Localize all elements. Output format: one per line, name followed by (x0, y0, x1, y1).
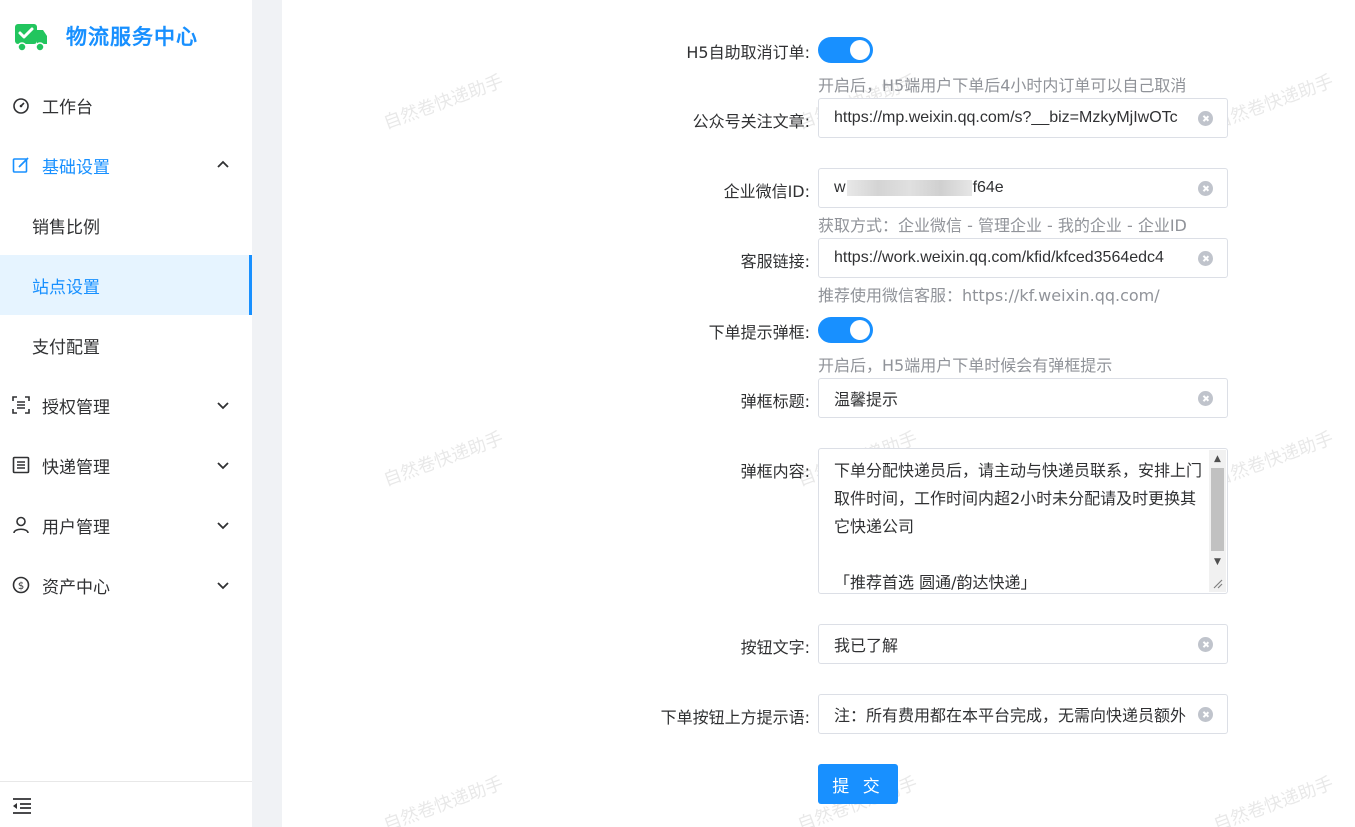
sidebar-subitem-site-settings[interactable]: 站点设置 (0, 255, 252, 315)
corp-wechat-id-input[interactable]: w f64e (818, 168, 1228, 208)
sidebar-menu: 工作台 基础设置 销售比例 站点设置 支付配置 授权管理 快递管理 用户管理 $… (0, 75, 252, 615)
svg-text:$: $ (18, 581, 24, 592)
watermark: 自然卷快递助手 (380, 772, 507, 827)
textarea-scrollbar[interactable]: ▲ ▼ (1209, 450, 1226, 592)
truck-check-icon (15, 24, 47, 52)
sidebar-item-auth-management[interactable]: 授权管理 (0, 375, 252, 435)
sidebar-item-express-management[interactable]: 快递管理 (0, 435, 252, 495)
edit-icon (12, 157, 29, 173)
popup-content-value: 下单分配快递员后，请主动与快递员联系，安排上门取件时间，工作时间内超2小时未分配… (834, 461, 1203, 592)
scroll-thumb[interactable] (1211, 468, 1224, 551)
sidebar-subitem-label: 销售比例 (32, 217, 100, 238)
sidebar-subitem-sales-ratio[interactable]: 销售比例 (0, 195, 252, 255)
clear-icon[interactable] (1198, 707, 1213, 722)
order-tip-input[interactable]: 注：所有费用都在本平台完成，无需向快递员额外 (818, 694, 1228, 734)
chevron-up-icon (217, 160, 229, 168)
toggle-knob (850, 320, 870, 340)
scroll-up-arrow-icon[interactable]: ▲ (1209, 450, 1226, 467)
redacted-blur (846, 179, 972, 196)
sidebar-item-label: 用户管理 (42, 517, 110, 538)
popup-title-input[interactable]: 温馨提示 (818, 378, 1228, 418)
clear-icon[interactable] (1198, 251, 1213, 266)
popup-title-label: 弹框标题: (740, 392, 810, 411)
order-popup-toggle[interactable] (818, 317, 873, 343)
scan-icon (12, 396, 30, 414)
sidebar-item-label: 授权管理 (42, 397, 110, 418)
app-title: 物流服务中心 (66, 25, 198, 49)
mp-article-value: https://mp.weixin.qq.com/s?__biz=MzkyMjI… (834, 109, 1178, 126)
service-link-value: https://work.weixin.qq.com/kfid/kfced356… (834, 249, 1164, 266)
corp-wechat-id-label: 企业微信ID: (723, 182, 810, 201)
scroll-down-arrow-icon[interactable]: ▼ (1209, 553, 1226, 570)
h5-cancel-hint: 开启后，H5端用户下单后4小时内订单可以自己取消 (818, 76, 1187, 95)
collapse-menu-icon[interactable] (12, 797, 32, 815)
corp-wechat-id-hint: 获取方式：企业微信 - 管理企业 - 我的企业 - 企业ID (818, 216, 1187, 235)
watermark: 自然卷快递助手 (380, 70, 507, 134)
mp-article-label: 公众号关注文章: (692, 112, 810, 131)
sidebar-subitem-label: 站点设置 (32, 277, 100, 298)
chevron-down-icon (217, 402, 229, 410)
sidebar-item-label: 基础设置 (42, 157, 110, 178)
clear-icon[interactable] (1198, 391, 1213, 406)
clear-icon[interactable] (1198, 111, 1213, 126)
resize-handle-icon[interactable] (1209, 572, 1226, 592)
order-popup-label: 下单提示弹框: (708, 323, 810, 342)
watermark: 自然卷快递助手 (1210, 70, 1337, 134)
popup-title-value: 温馨提示 (834, 392, 899, 409)
chevron-down-icon (217, 522, 229, 530)
submit-button[interactable]: 提 交 (818, 764, 898, 804)
button-text-input[interactable]: 我已了解 (818, 624, 1228, 664)
sidebar-subitem-label: 支付配置 (32, 337, 100, 358)
sidebar-footer (0, 781, 252, 827)
corp-wechat-id-suffix: f64e (972, 179, 1004, 196)
service-link-hint: 推荐使用微信客服：https://kf.weixin.qq.com/ (818, 286, 1160, 305)
popup-content-label: 弹框内容: (740, 462, 810, 481)
watermark: 自然卷快递助手 (1210, 427, 1337, 491)
sidebar-item-label: 资产中心 (42, 577, 110, 598)
dollar-icon: $ (12, 576, 30, 594)
sidebar-item-user-management[interactable]: 用户管理 (0, 495, 252, 555)
h5-cancel-toggle[interactable] (818, 37, 873, 63)
sidebar: 物流服务中心 工作台 基础设置 销售比例 站点设置 支付配置 授权管理 快递管理… (0, 0, 252, 827)
sidebar-item-asset-center[interactable]: $ 资产中心 (0, 555, 252, 615)
corp-wechat-id-prefix: w (834, 179, 846, 196)
h5-cancel-label: H5自助取消订单: (686, 43, 810, 62)
sidebar-item-label: 快递管理 (42, 457, 110, 478)
chevron-down-icon (217, 462, 229, 470)
logo[interactable]: 物流服务中心 (14, 19, 198, 53)
order-tip-label: 下单按钮上方提示语: (660, 708, 810, 727)
user-icon (13, 516, 29, 534)
chevron-down-icon (217, 582, 229, 590)
sidebar-item-dashboard[interactable]: 工作台 (0, 75, 252, 135)
order-tip-value: 注：所有费用都在本平台完成，无需向快递员额外 (834, 708, 1187, 725)
toggle-knob (850, 40, 870, 60)
order-popup-hint: 开启后，H5端用户下单时候会有弹框提示 (818, 356, 1113, 375)
mp-article-input[interactable]: https://mp.weixin.qq.com/s?__biz=MzkyMjI… (818, 98, 1228, 138)
watermark: 自然卷快递助手 (1210, 772, 1337, 827)
service-link-label: 客服链接: (740, 252, 810, 271)
clear-icon[interactable] (1198, 637, 1213, 652)
button-text-label: 按钮文字: (740, 638, 810, 657)
sidebar-item-label: 工作台 (42, 97, 93, 118)
service-link-input[interactable]: https://work.weixin.qq.com/kfid/kfced356… (818, 238, 1228, 278)
dashboard-icon (13, 98, 29, 114)
sidebar-subitem-payment-config[interactable]: 支付配置 (0, 315, 252, 375)
popup-content-textarea[interactable]: 下单分配快递员后，请主动与快递员联系，安排上门取件时间，工作时间内超2小时未分配… (818, 448, 1228, 594)
clear-icon[interactable] (1198, 181, 1213, 196)
sidebar-item-basic-settings[interactable]: 基础设置 (0, 135, 252, 195)
watermark: 自然卷快递助手 (380, 427, 507, 491)
button-text-value: 我已了解 (834, 638, 899, 655)
list-icon (12, 456, 30, 474)
main-content: 自然卷快递助手 自然卷快递助手 自然卷快递助手 自然卷快递助手 自然卷快递助手 … (282, 0, 1355, 827)
corp-wechat-id-value: w f64e (834, 179, 1004, 197)
